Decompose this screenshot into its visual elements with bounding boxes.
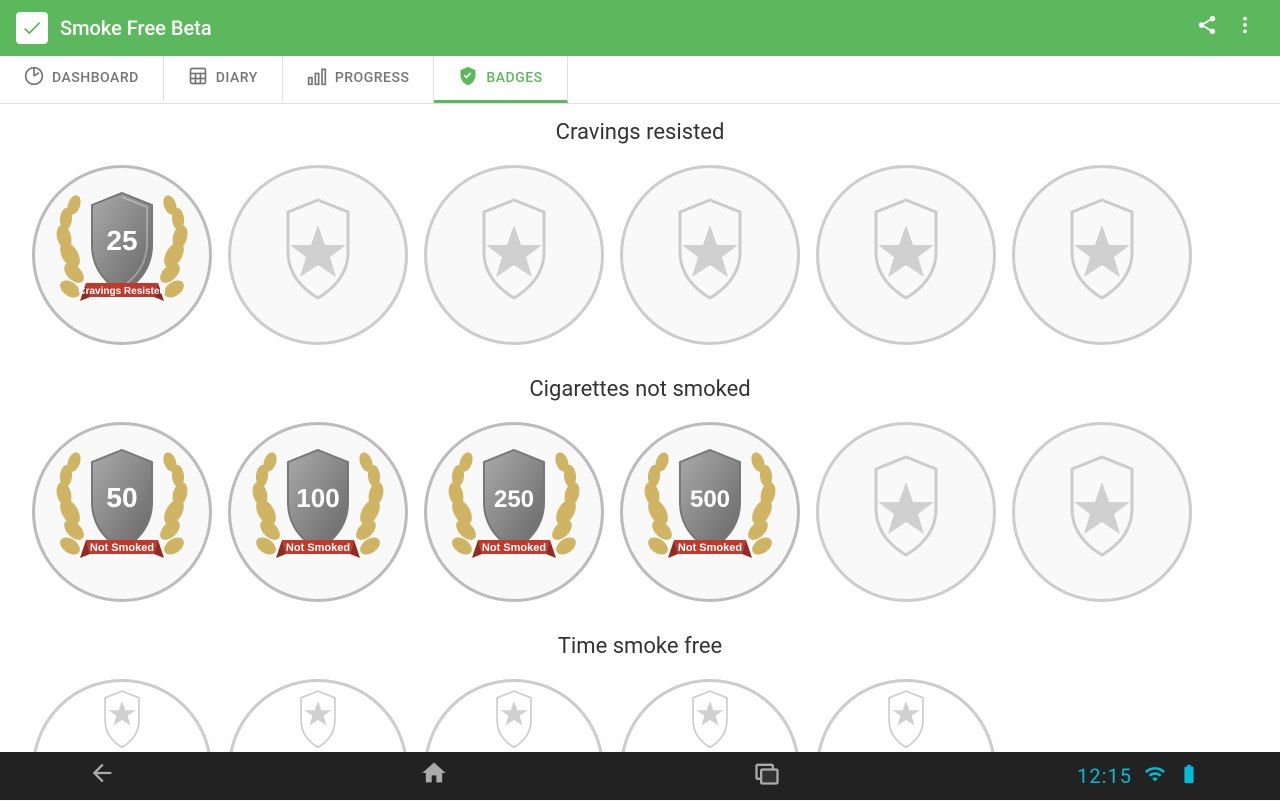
svg-text:Not Smoked: Not Smoked <box>286 542 350 554</box>
timefree-title: Time smoke free <box>32 634 1248 659</box>
bottom-nav: 12:15 <box>0 752 1280 800</box>
timefree-section: Time smoke free <box>32 634 1248 752</box>
badge-cravings-locked-3[interactable] <box>620 165 800 345</box>
svg-text:50: 50 <box>106 482 137 513</box>
menu-button[interactable] <box>1226 6 1264 50</box>
notsmoked-badge-row: 50 Not Smoked <box>32 422 1248 602</box>
svg-text:Not Smoked: Not Smoked <box>482 542 546 554</box>
wifi-icon <box>1144 763 1166 790</box>
diary-icon <box>188 66 208 91</box>
tab-diary-label: DIARY <box>216 70 258 86</box>
tab-dashboard-label: DASHBOARD <box>52 70 139 86</box>
tab-badges[interactable]: BADGES <box>434 56 567 103</box>
cravings-badge-row: 25 Cravings Resisted <box>32 165 1248 345</box>
home-button[interactable] <box>412 751 456 801</box>
cravings-section: Cravings resisted <box>32 120 1248 345</box>
app-logo <box>16 12 48 44</box>
system-info: 12:15 <box>1077 763 1200 790</box>
badge-earned-svg: 25 Cravings Resisted <box>42 175 202 335</box>
cravings-title: Cravings resisted <box>32 120 1248 145</box>
recents-button[interactable] <box>745 751 789 801</box>
badge-cravings-locked-4[interactable] <box>816 165 996 345</box>
badge-timefree-partial-1[interactable] <box>32 679 212 752</box>
tab-progress-label: PROGRESS <box>335 70 410 86</box>
badge-timefree-partial-4[interactable] <box>620 679 800 752</box>
notsmoked-section: Cigarettes not smoked <box>32 377 1248 602</box>
battery-icon <box>1178 763 1200 790</box>
svg-text:100: 100 <box>296 483 339 513</box>
tab-diary[interactable]: DIARY <box>164 56 283 103</box>
badge-timefree-partial-2[interactable] <box>228 679 408 752</box>
badges-icon <box>458 66 478 91</box>
badge-timefree-partial-5[interactable] <box>816 679 996 752</box>
badge-notsmoked-locked-2[interactable] <box>1012 422 1192 602</box>
main-content: Cravings resisted <box>0 104 1280 752</box>
tab-badges-label: BADGES <box>486 70 542 86</box>
badge-cravings-locked-1[interactable] <box>228 165 408 345</box>
app-bar: Smoke Free Beta <box>0 0 1280 56</box>
badge-cravings-locked-2[interactable] <box>424 165 604 345</box>
badge-notsmoked-250[interactable]: 250 Not Smoked <box>424 422 604 602</box>
tab-dashboard[interactable]: DASHBOARD <box>0 56 164 103</box>
badge-notsmoked-500[interactable]: 500 Not Smoked <box>620 422 800 602</box>
svg-text:Not Smoked: Not Smoked <box>90 542 154 554</box>
svg-text:500: 500 <box>690 486 730 513</box>
progress-icon <box>307 66 327 91</box>
clock-display: 12:15 <box>1077 764 1132 788</box>
tab-progress[interactable]: PROGRESS <box>283 56 435 103</box>
share-button[interactable] <box>1188 6 1226 50</box>
nav-tabs: DASHBOARD DIARY PROGRESS BADGES <box>0 56 1280 104</box>
badge-timefree-partial-3[interactable] <box>424 679 604 752</box>
svg-text:Cravings Resisted: Cravings Resisted <box>78 286 165 297</box>
badge-cravings-locked-5[interactable] <box>1012 165 1192 345</box>
svg-text:250: 250 <box>494 486 534 513</box>
app-title: Smoke Free Beta <box>60 16 1188 40</box>
back-button[interactable] <box>80 751 124 801</box>
badge-notsmoked-50[interactable]: 50 Not Smoked <box>32 422 212 602</box>
notsmoked-title: Cigarettes not smoked <box>32 377 1248 402</box>
badge-notsmoked-locked-1[interactable] <box>816 422 996 602</box>
dashboard-icon <box>24 66 44 91</box>
badge-cravings-25[interactable]: 25 Cravings Resisted <box>32 165 212 345</box>
svg-text:Not Smoked: Not Smoked <box>678 542 742 554</box>
badge-notsmoked-100[interactable]: 100 Not Smoked <box>228 422 408 602</box>
timefree-badge-row <box>32 679 1248 752</box>
svg-text:25: 25 <box>106 225 137 256</box>
